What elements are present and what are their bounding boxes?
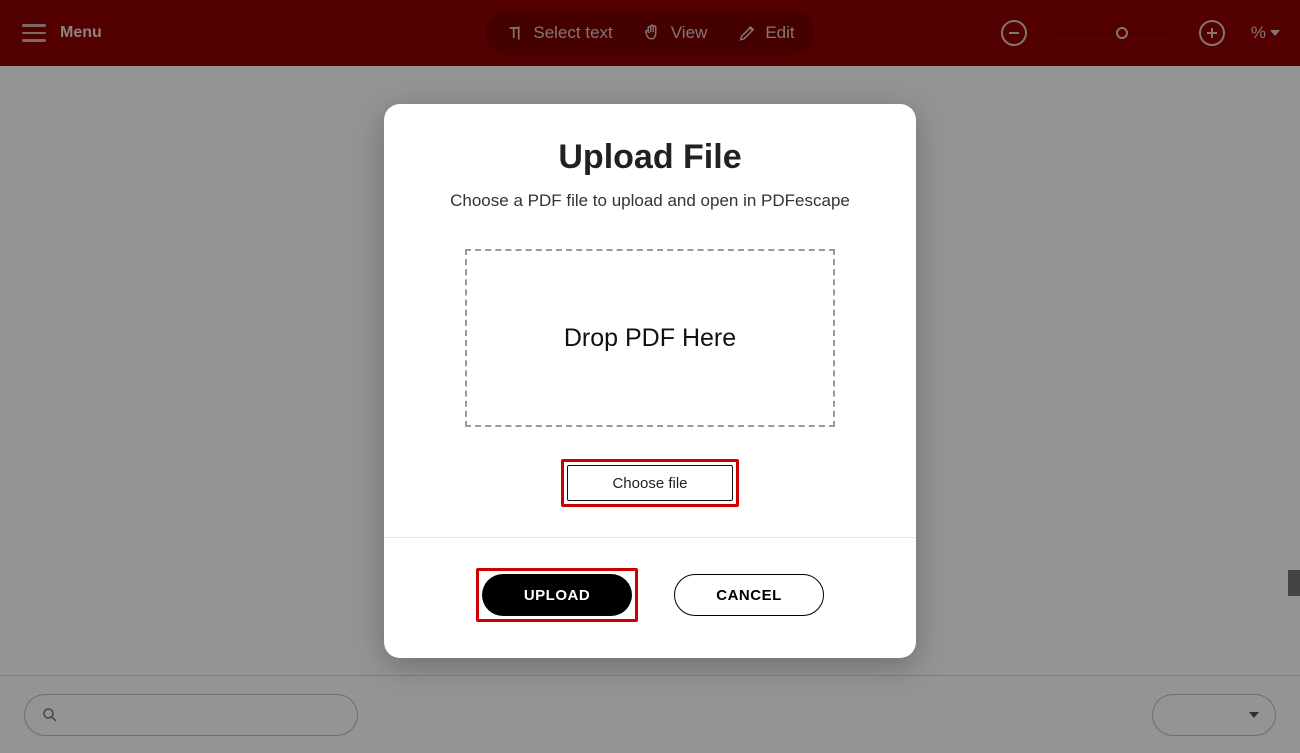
dropzone-text: Drop PDF Here (564, 324, 736, 353)
modal-title: Upload File (384, 138, 916, 177)
cancel-button[interactable]: CANCEL (674, 574, 824, 616)
choose-file-highlight: Choose file (561, 459, 739, 507)
upload-highlight: UPLOAD (476, 568, 638, 622)
scrollbar-thumb[interactable] (1288, 570, 1300, 596)
upload-modal: Upload File Choose a PDF file to upload … (384, 104, 916, 658)
choose-file-button[interactable]: Choose file (567, 465, 733, 501)
dropzone[interactable]: Drop PDF Here (465, 249, 835, 427)
upload-button[interactable]: UPLOAD (482, 574, 632, 616)
modal-subtitle: Choose a PDF file to upload and open in … (384, 191, 916, 211)
